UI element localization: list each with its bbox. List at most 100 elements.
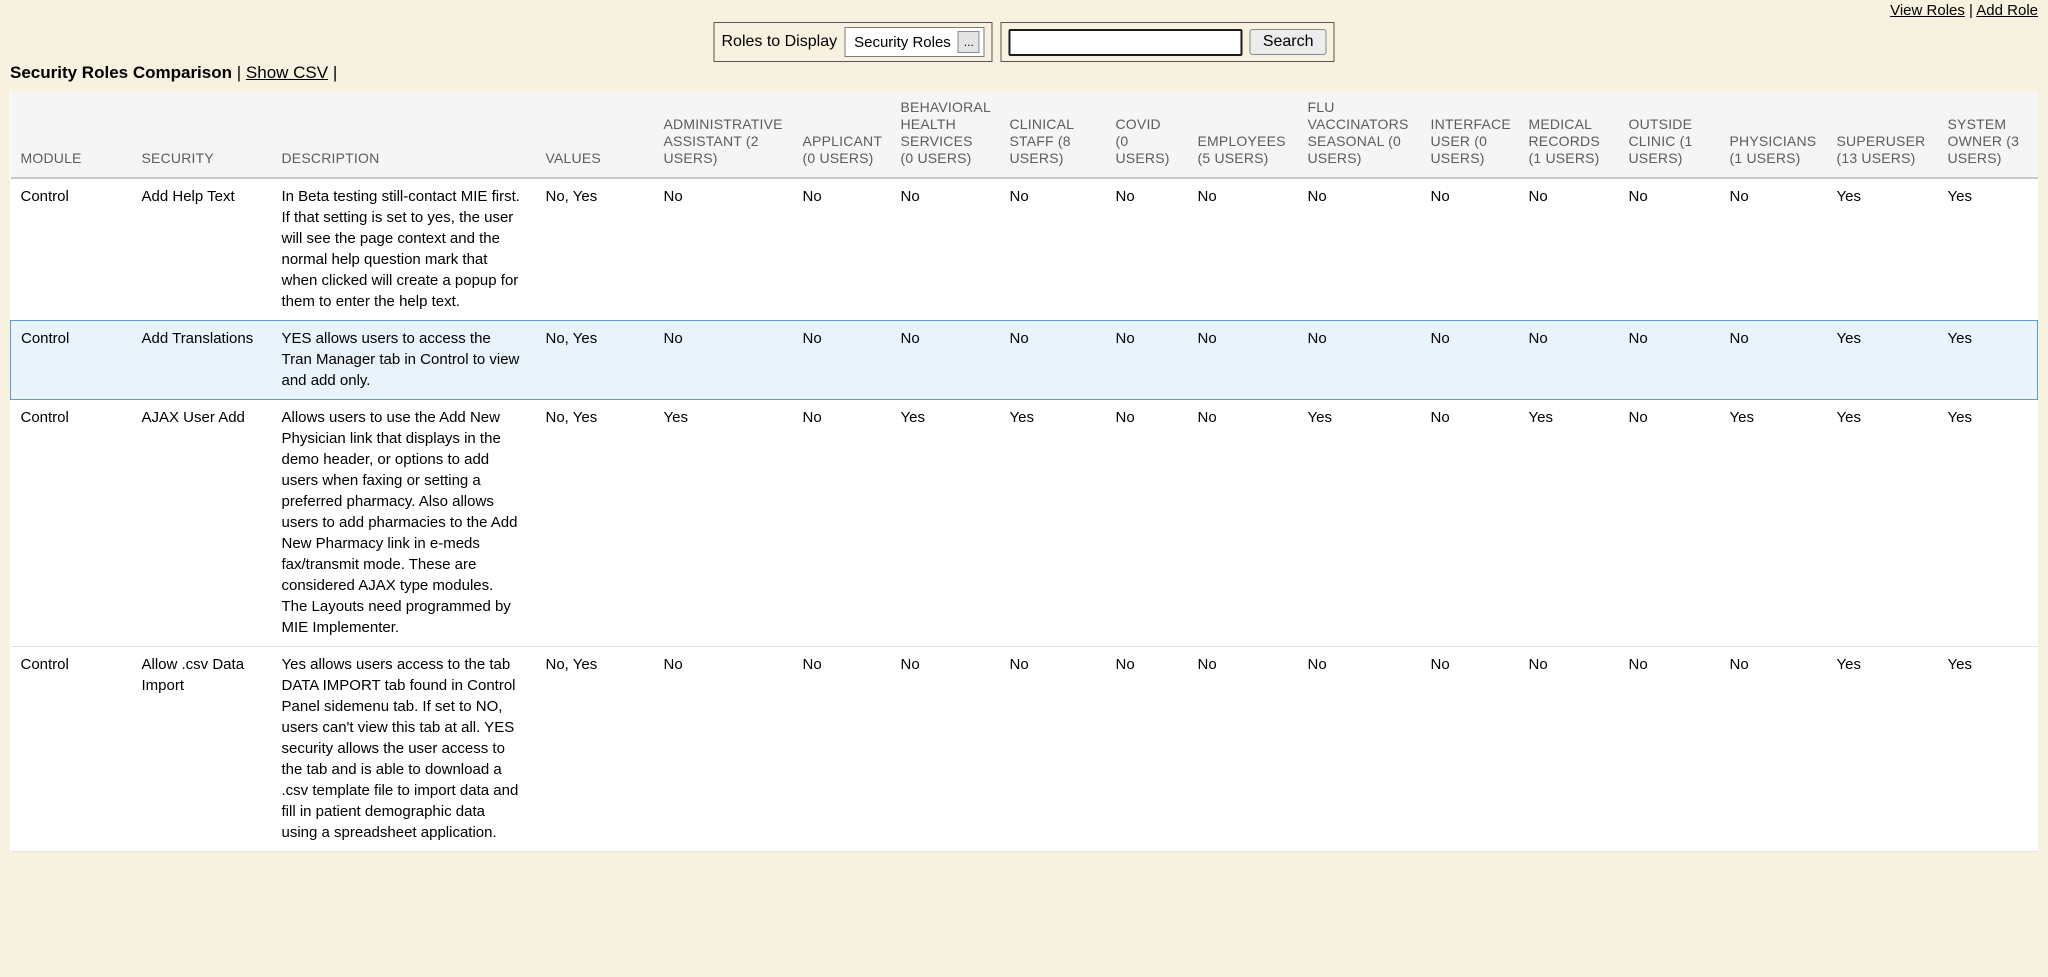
role-value-cell: No xyxy=(1188,321,1298,400)
role-value-cell: No xyxy=(1619,647,1720,852)
role-value-cell: No xyxy=(1720,178,1827,321)
role-value-cell: No xyxy=(1000,178,1106,321)
role-value-cell: Yes xyxy=(654,400,793,647)
role-value-cell: No xyxy=(1106,178,1188,321)
role-value-cell: No xyxy=(1106,647,1188,852)
page-heading: Security Roles Comparison | Show CSV | xyxy=(10,63,337,83)
view-roles-link[interactable]: View Roles xyxy=(1890,2,1965,19)
column-header-behavioral-health-services: BEHAVIORAL HEALTH SERVICES (0 USERS) xyxy=(891,91,1000,178)
column-header-interface-user: INTERFACE USER (0 USERS) xyxy=(1421,91,1519,178)
role-value-cell: No xyxy=(1421,321,1519,400)
column-header-clinical-staff: CLINICAL STAFF (8 USERS) xyxy=(1000,91,1106,178)
role-value-cell: No xyxy=(1188,400,1298,647)
role-value-cell: Yes xyxy=(1938,647,2038,852)
role-value-cell: No xyxy=(654,321,793,400)
search-button[interactable]: Search xyxy=(1250,29,1327,55)
role-value-cell: No xyxy=(1000,321,1106,400)
role-value-cell: Yes xyxy=(1827,321,1938,400)
role-value-cell: Yes xyxy=(1938,321,2038,400)
values-cell: No, Yes xyxy=(536,321,654,400)
module-cell: Control xyxy=(11,321,132,400)
roles-select-value: Security Roles xyxy=(854,34,951,51)
role-value-cell: No xyxy=(1188,178,1298,321)
column-header-superuser: SUPERUSER (13 USERS) xyxy=(1827,91,1938,178)
role-value-cell: No xyxy=(793,400,891,647)
roles-picker-button[interactable]: ... xyxy=(958,31,980,53)
role-value-cell: Yes xyxy=(1000,400,1106,647)
role-value-cell: Yes xyxy=(1938,178,2038,321)
role-value-cell: No xyxy=(1106,321,1188,400)
role-value-cell: No xyxy=(1619,178,1720,321)
security-roles-comparison-table: MODULE SECURITY DESCRIPTION VALUES ADMIN… xyxy=(10,91,2038,852)
security-roles-table-wrap: MODULE SECURITY DESCRIPTION VALUES ADMIN… xyxy=(10,91,2037,852)
role-value-cell: No xyxy=(891,321,1000,400)
heading-separator-2: | xyxy=(333,63,337,82)
role-value-cell: No xyxy=(1188,647,1298,852)
role-value-cell: No xyxy=(1519,647,1619,852)
column-header-values: VALUES xyxy=(536,91,654,178)
top-links-separator: | xyxy=(1965,2,1976,19)
security-cell: AJAX User Add xyxy=(132,400,272,647)
column-header-medical-records: MEDICAL RECORDS (1 USERS) xyxy=(1519,91,1619,178)
roles-toolbar: Roles to Display Security Roles ... Sear… xyxy=(713,22,1334,62)
table-row-highlighted[interactable]: Control Add Translations YES allows user… xyxy=(11,321,2038,400)
role-value-cell: Yes xyxy=(1827,400,1938,647)
security-cell: Add Help Text xyxy=(132,178,272,321)
security-cell: Add Translations xyxy=(132,321,272,400)
search-input[interactable] xyxy=(1009,29,1243,56)
heading-separator-1: | xyxy=(237,63,241,82)
column-header-administrative-assistant: ADMINISTRATIVE ASSISTANT (2 USERS) xyxy=(654,91,793,178)
values-cell: No, Yes xyxy=(536,178,654,321)
page-title: Security Roles Comparison xyxy=(10,63,232,82)
column-header-security: SECURITY xyxy=(132,91,272,178)
role-value-cell: No xyxy=(891,647,1000,852)
table-header-row: MODULE SECURITY DESCRIPTION VALUES ADMIN… xyxy=(11,91,2038,178)
roles-select[interactable]: Security Roles ... xyxy=(844,27,985,57)
column-header-description: DESCRIPTION xyxy=(272,91,536,178)
description-cell: Allows users to use the Add New Physicia… xyxy=(272,400,536,647)
role-value-cell: No xyxy=(1421,400,1519,647)
top-links: View Roles | Add Role xyxy=(1890,2,2038,19)
role-value-cell: No xyxy=(654,178,793,321)
add-role-link[interactable]: Add Role xyxy=(1976,2,2038,19)
column-header-applicant: APPLICANT (0 USERS) xyxy=(793,91,891,178)
values-cell: No, Yes xyxy=(536,400,654,647)
show-csv-link[interactable]: Show CSV xyxy=(246,63,328,82)
role-value-cell: No xyxy=(1106,400,1188,647)
role-value-cell: Yes xyxy=(1720,400,1827,647)
role-value-cell: No xyxy=(1619,321,1720,400)
role-value-cell: No xyxy=(793,647,891,852)
role-value-cell: No xyxy=(1519,178,1619,321)
role-value-cell: No xyxy=(1720,321,1827,400)
table-row[interactable]: Control Allow .csv Data Import Yes allow… xyxy=(11,647,2038,852)
role-value-cell: No xyxy=(1421,647,1519,852)
description-cell: Yes allows users access to the tab DATA … xyxy=(272,647,536,852)
role-value-cell: Yes xyxy=(1938,400,2038,647)
role-value-cell: Yes xyxy=(1298,400,1421,647)
table-row[interactable]: Control Add Help Text In Beta testing st… xyxy=(11,178,2038,321)
table-row[interactable]: Control AJAX User Add Allows users to us… xyxy=(11,400,2038,647)
role-value-cell: No xyxy=(793,321,891,400)
role-value-cell: No xyxy=(1298,178,1421,321)
column-header-physicians: PHYSICIANS (1 USERS) xyxy=(1720,91,1827,178)
module-cell: Control xyxy=(11,400,132,647)
role-value-cell: Yes xyxy=(891,400,1000,647)
role-value-cell: No xyxy=(654,647,793,852)
description-cell: YES allows users to access the Tran Mana… xyxy=(272,321,536,400)
module-cell: Control xyxy=(11,647,132,852)
column-header-outside-clinic: OUTSIDE CLINIC (1 USERS) xyxy=(1619,91,1720,178)
role-value-cell: No xyxy=(1000,647,1106,852)
roles-to-display-label: Roles to Display xyxy=(721,33,837,51)
column-header-employees: EMPLOYEES (5 USERS) xyxy=(1188,91,1298,178)
role-value-cell: Yes xyxy=(1827,178,1938,321)
column-header-module: MODULE xyxy=(11,91,132,178)
column-header-system-owner: SYSTEM OWNER (3 USERS) xyxy=(1938,91,2038,178)
role-value-cell: No xyxy=(891,178,1000,321)
security-cell: Allow .csv Data Import xyxy=(132,647,272,852)
role-value-cell: No xyxy=(1298,647,1421,852)
column-header-covid: COVID (0 USERS) xyxy=(1106,91,1188,178)
values-cell: No, Yes xyxy=(536,647,654,852)
module-cell: Control xyxy=(11,178,132,321)
search-group: Search xyxy=(1001,22,1335,62)
role-value-cell: No xyxy=(793,178,891,321)
